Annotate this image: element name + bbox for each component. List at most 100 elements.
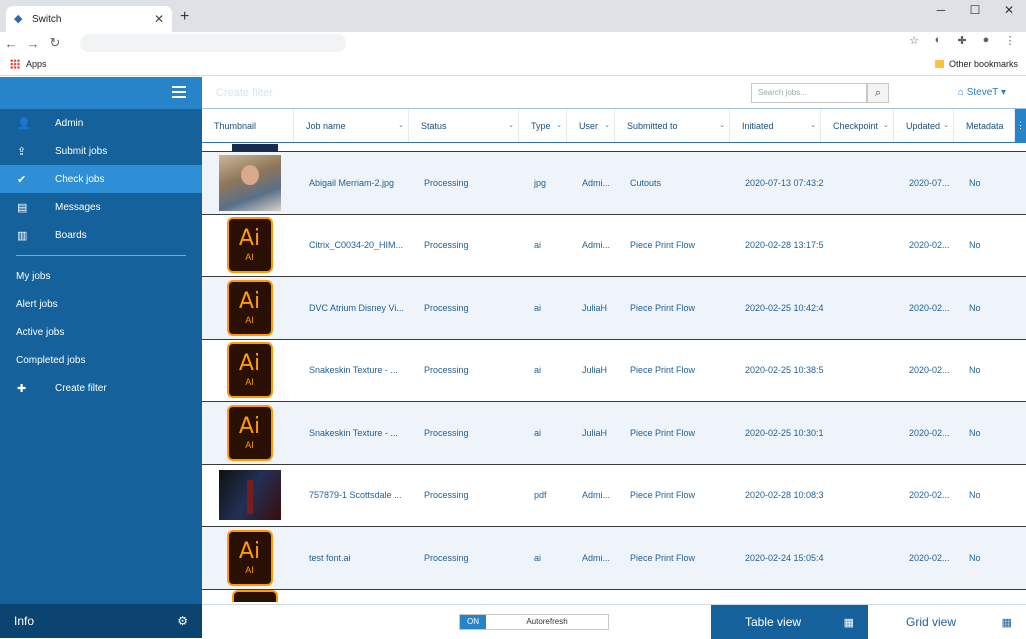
sidebar-item-submit-jobs[interactable]: ⇪ Submit jobs xyxy=(0,137,202,165)
submitted-to-cell: Piece Print Flow xyxy=(630,302,696,313)
submitted-to-cell: Piece Print Flow xyxy=(630,240,696,251)
type-cell: ai xyxy=(534,427,542,438)
job-name-cell: test font.ai xyxy=(309,552,351,563)
user-cell: JuliaH xyxy=(582,302,608,313)
table-row[interactable]: Ai AI Citrix_C0034-20_HIM... Processing ai Ad… xyxy=(202,215,1026,277)
close-window-icon[interactable]: ✕ xyxy=(992,0,1026,22)
metadata-cell: No xyxy=(969,427,981,438)
search-input[interactable]: Search jobs... xyxy=(751,83,867,103)
sidebar-item-messages[interactable]: ▤ Messages xyxy=(0,193,202,221)
type-cell: ai xyxy=(534,365,542,376)
column-label: Job name xyxy=(306,120,346,131)
job-name-cell: Abigail Merriam-2.jpg xyxy=(309,177,395,188)
more-menu-icon[interactable]: ⋮ xyxy=(1002,34,1018,47)
new-tab-button[interactable]: + xyxy=(180,8,189,26)
profile-icon[interactable]: ● xyxy=(978,34,994,47)
ai-icon-text: Ai xyxy=(238,538,261,564)
initiated-cell: 2020-07-13 07:43:24 xyxy=(745,177,824,188)
sidebar-link-completed-jobs[interactable]: Completed jobs xyxy=(0,346,202,374)
create-filter-label: Create filter xyxy=(55,382,107,394)
toggle-on-label: ON xyxy=(460,615,486,629)
minimize-icon[interactable]: ─ xyxy=(924,0,958,22)
ai-icon-subtext: AI xyxy=(245,377,254,388)
user-menu[interactable]: ⌂ SteveT ▾ xyxy=(958,87,1006,98)
sidebar-item-check-jobs[interactable]: ✔ Check jobs xyxy=(0,165,202,193)
sidebar-link-my-jobs[interactable]: My jobs xyxy=(0,262,202,290)
column-header-metadata[interactable]: Metadata xyxy=(954,109,1015,142)
job-name-cell: Snakeskin Texture - ... xyxy=(309,427,398,438)
column-header-type[interactable]: Type ⌄ xyxy=(519,109,567,142)
ai-icon-subtext: AI xyxy=(245,564,254,575)
reload-icon[interactable]: ↻ xyxy=(44,35,66,51)
submitted-to-cell: Cutouts xyxy=(630,177,662,188)
column-header-job-name[interactable]: Job name ⌄ xyxy=(294,109,409,142)
table-row[interactable]: Ai AI test font.ai Processing ai Admi... Piece… xyxy=(202,527,1026,590)
type-cell: pdf xyxy=(534,490,547,501)
info-label[interactable]: Info xyxy=(14,614,34,628)
extension-icon[interactable]: ◐ xyxy=(930,34,946,47)
other-bookmarks-label: Other bookmarks xyxy=(948,59,1018,69)
browser-tab[interactable]: ◆ Switch ✕ xyxy=(6,6,172,32)
column-header-user[interactable]: User ⌄ xyxy=(567,109,615,142)
thumbnail-cell: Ai AI xyxy=(202,277,297,339)
apps-bookmark[interactable]: Apps xyxy=(10,59,47,69)
close-tab-icon[interactable]: ✕ xyxy=(154,12,164,26)
back-icon[interactable]: ← xyxy=(0,36,22,51)
grid-view-button[interactable]: Grid view ▦ xyxy=(868,605,1026,639)
sidebar-link-active-jobs[interactable]: Active jobs xyxy=(0,318,202,346)
autorefresh-toggle[interactable]: ON Autorefresh xyxy=(459,614,609,630)
ai-file-icon: Ai AI xyxy=(226,279,273,336)
hamburger-menu-icon[interactable] xyxy=(172,86,186,98)
sidebar-item-boards[interactable]: ▥ Boards xyxy=(0,221,202,249)
forward-icon[interactable]: → xyxy=(22,36,44,51)
main-panel: Create filter Search jobs... ⌕ ⌂ SteveT … xyxy=(202,77,1026,639)
column-options-icon[interactable]: ⋮ xyxy=(1015,109,1026,143)
bookmark-star-icon[interactable]: ☆ xyxy=(906,34,922,47)
ai-icon-subtext: AI xyxy=(245,252,254,263)
column-label: Type xyxy=(531,120,551,131)
puzzle-icon[interactable]: ✚ xyxy=(954,34,970,47)
sidebar-create-filter[interactable]: ✚ Create filter xyxy=(0,374,202,402)
table-row[interactable]: 757879-1 Scottsdale ... Processing pdf Admi… xyxy=(202,465,1026,527)
boards-icon: ▥ xyxy=(17,229,28,242)
column-header-checkpoint[interactable]: Checkpoint ⌄ xyxy=(821,109,894,142)
updated-cell: 2020-02... xyxy=(909,365,950,376)
sidebar-footer: Info ⚙ xyxy=(0,604,202,638)
column-header-initiated[interactable]: Initiated ⌄ xyxy=(730,109,821,142)
updated-cell: 2020-02... xyxy=(909,427,950,438)
table-row[interactable]: Ai AI Snakeskin Texture - ... Processing ai J… xyxy=(202,340,1026,402)
table-row[interactable]: Ai AI DVC Atrium Disney Vi... Processing ai J… xyxy=(202,277,1026,340)
sidebar-item-admin[interactable]: 👤 Admin xyxy=(0,109,202,137)
submitted-to-cell: Piece Print Flow xyxy=(630,365,696,376)
updated-cell: 2020-07... xyxy=(909,177,950,188)
status-cell: Processing xyxy=(424,365,469,376)
submitted-to-cell: Piece Print Flow xyxy=(630,490,696,501)
messages-icon: ▤ xyxy=(17,201,28,214)
user-name: SteveT xyxy=(966,87,999,98)
browser-tab-strip: ◆ Switch ✕ + ─ ☐ ✕ xyxy=(0,0,1026,32)
column-header-thumbnail[interactable]: Thumbnail xyxy=(202,109,294,142)
search-icon[interactable]: ⌕ xyxy=(867,83,889,103)
table-view-button[interactable]: Table view ▦ xyxy=(711,605,868,639)
gear-icon[interactable]: ⚙ xyxy=(177,614,188,628)
status-cell: Processing xyxy=(424,427,469,438)
column-header-submitted-to[interactable]: Submitted to ⌄ xyxy=(615,109,730,142)
metadata-cell: No xyxy=(969,302,981,313)
address-bar[interactable] xyxy=(80,34,346,52)
autorefresh-label: Autorefresh xyxy=(526,617,568,626)
maximize-icon[interactable]: ☐ xyxy=(958,0,992,22)
other-bookmarks[interactable]: Other bookmarks xyxy=(934,59,1018,69)
ai-icon-text: Ai xyxy=(238,226,261,252)
column-header-updated[interactable]: Updated ⌄ xyxy=(894,109,954,142)
sidebar-link-alert-jobs[interactable]: Alert jobs xyxy=(0,290,202,318)
caret-down-icon: ▾ xyxy=(1000,87,1006,98)
sidebar-header xyxy=(0,77,202,109)
apps-grid-icon xyxy=(10,59,20,69)
filter-name-placeholder[interactable]: Create filter xyxy=(216,87,273,99)
ai-file-icon: Ai AI xyxy=(226,529,273,586)
table-row[interactable]: Ai AI Snakeskin Texture - ... Processing ai J… xyxy=(202,402,1026,465)
tab-title: Switch xyxy=(32,13,62,25)
column-header-status[interactable]: Status ⌄ xyxy=(409,109,519,142)
table-row[interactable]: Abigail Merriam-2.jpg Processing jpg Admi..… xyxy=(202,152,1026,215)
submitted-to-cell: Piece Print Flow xyxy=(630,427,696,438)
